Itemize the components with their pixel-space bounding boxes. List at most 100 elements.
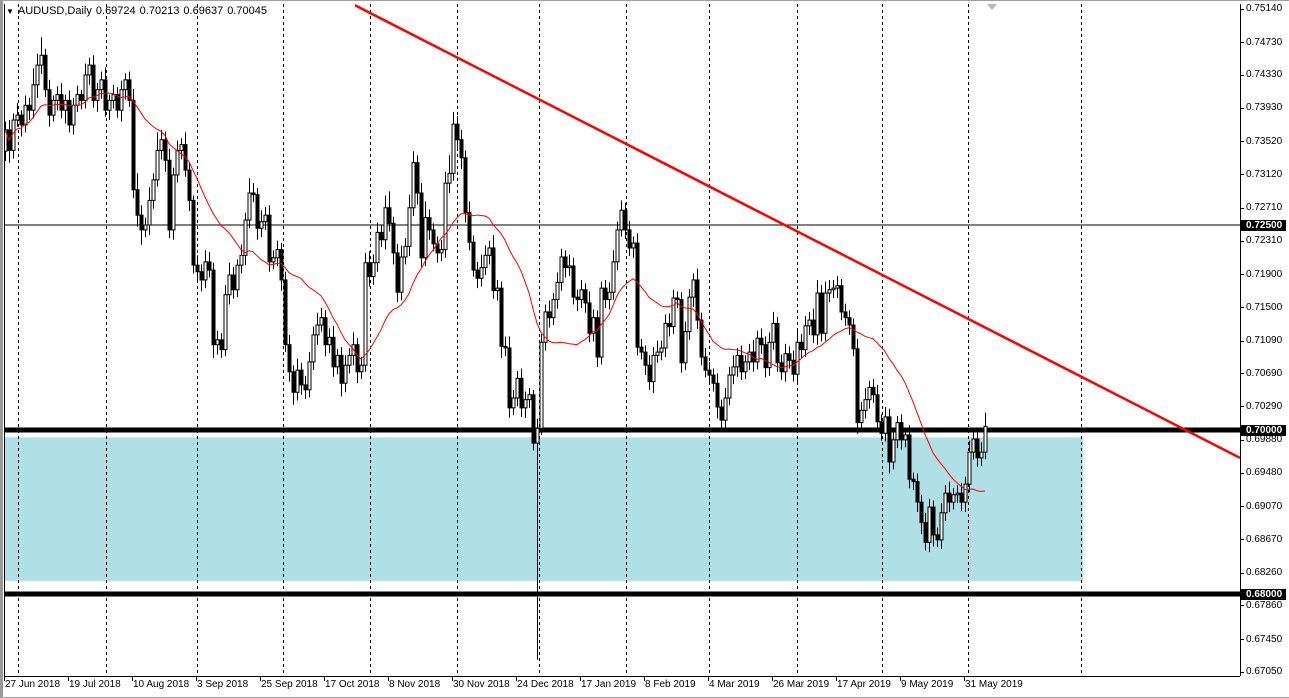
candle-body-bearish <box>667 322 672 328</box>
candle-body-bullish <box>687 296 692 333</box>
candle <box>835 275 840 298</box>
candle-body-bearish <box>199 271 204 281</box>
candle <box>851 318 856 357</box>
candle-body-bearish <box>703 356 708 371</box>
candle-body-bullish <box>451 123 456 174</box>
ohlc-close: 0.70045 <box>227 5 267 17</box>
candle <box>319 307 324 332</box>
candle <box>607 282 612 310</box>
candle <box>191 195 196 274</box>
candle <box>811 308 816 344</box>
date-tick-label: 17 Apr 2019 <box>837 679 891 690</box>
date-tick-label: 31 May 2019 <box>965 679 1023 690</box>
candle-body-bullish <box>243 219 248 256</box>
plot-area <box>4 4 1240 676</box>
candle <box>855 338 860 435</box>
candle-body-bullish <box>171 174 176 231</box>
price-tick-label: 0.68260 <box>1246 567 1283 579</box>
candle-body-bearish <box>775 322 780 364</box>
candle-body-bearish <box>739 354 744 373</box>
candle <box>111 84 116 109</box>
candle <box>11 113 16 159</box>
candle-body-bearish <box>459 139 464 159</box>
candle <box>323 310 328 357</box>
candle-body-bullish <box>827 289 832 294</box>
price-tick-label: 0.70290 <box>1246 400 1283 412</box>
candle <box>231 266 236 299</box>
candle-body-bearish <box>763 344 768 369</box>
candle-body-bullish <box>203 261 208 281</box>
candle <box>131 88 136 198</box>
candle <box>43 48 48 98</box>
chart-shift-marker-icon[interactable] <box>987 4 997 10</box>
level-price-label: 0.72500 <box>1241 219 1287 231</box>
candle <box>595 310 600 367</box>
candle <box>55 86 60 111</box>
candle-body-bearish <box>595 317 600 358</box>
candle <box>647 355 652 390</box>
candle <box>299 362 304 395</box>
candle <box>71 97 76 135</box>
candle <box>675 291 680 308</box>
candle <box>711 368 716 392</box>
candle-body-bullish <box>727 374 732 399</box>
candle <box>723 388 728 429</box>
candle-body-bullish <box>927 506 932 543</box>
candle-body-bearish <box>675 297 680 301</box>
candle <box>227 262 232 305</box>
candle-body-bearish <box>547 311 552 319</box>
candle-body-bearish <box>79 94 84 101</box>
candle-body-bullish <box>235 264 240 291</box>
candle <box>19 110 24 137</box>
candle-body-bullish <box>607 291 612 301</box>
candle <box>263 206 268 230</box>
candle-body-bullish <box>651 354 656 383</box>
candle <box>335 348 340 375</box>
candle <box>567 254 572 276</box>
candle <box>343 355 348 393</box>
candle-body-bullish <box>87 64 92 76</box>
candle-body-bullish <box>487 247 492 256</box>
candle <box>671 289 676 335</box>
candle <box>735 348 740 377</box>
candle-body-bullish <box>735 354 740 368</box>
candle <box>727 366 732 406</box>
candle <box>347 348 352 374</box>
candle-body-bearish <box>467 212 472 243</box>
candle-body-bearish <box>415 162 420 194</box>
candle <box>831 279 836 298</box>
candle <box>407 194 412 257</box>
candle <box>35 53 40 98</box>
candle-body-bearish <box>291 371 296 393</box>
date-tick-label: 17 Oct 2018 <box>325 679 380 690</box>
candle-body-bullish <box>891 439 896 463</box>
candle-body-bullish <box>631 242 636 249</box>
candle-body-bearish <box>355 344 360 373</box>
candle-body-bearish <box>427 217 432 231</box>
candle-body-bullish <box>939 512 944 541</box>
candle-body-bullish <box>731 366 736 376</box>
candle <box>619 200 624 237</box>
candle-body-bearish <box>455 123 460 141</box>
date-tick-label: 25 Sep 2018 <box>261 679 318 690</box>
candle-body-bearish <box>431 229 436 245</box>
candle-body-bearish <box>167 159 172 231</box>
dropdown-triangle-icon[interactable]: ▼ <box>6 7 14 16</box>
candle <box>515 370 520 407</box>
candle <box>439 239 444 262</box>
candle-body-bullish <box>327 336 332 346</box>
candle-body-bearish <box>391 222 396 254</box>
candle <box>875 384 880 432</box>
price-chart[interactable] <box>0 0 1289 698</box>
candle <box>687 288 692 340</box>
candle-body-bearish <box>975 438 980 459</box>
candle-body-bullish <box>247 192 252 221</box>
candle <box>655 340 660 363</box>
candle-body-bullish <box>535 427 540 444</box>
candle-body-bearish <box>911 478 916 483</box>
candle <box>495 279 500 301</box>
candle-body-bullish <box>807 319 812 327</box>
candle-body-bullish <box>551 299 556 319</box>
candle-body-bearish <box>283 279 288 346</box>
candle-body-bullish <box>783 353 788 373</box>
